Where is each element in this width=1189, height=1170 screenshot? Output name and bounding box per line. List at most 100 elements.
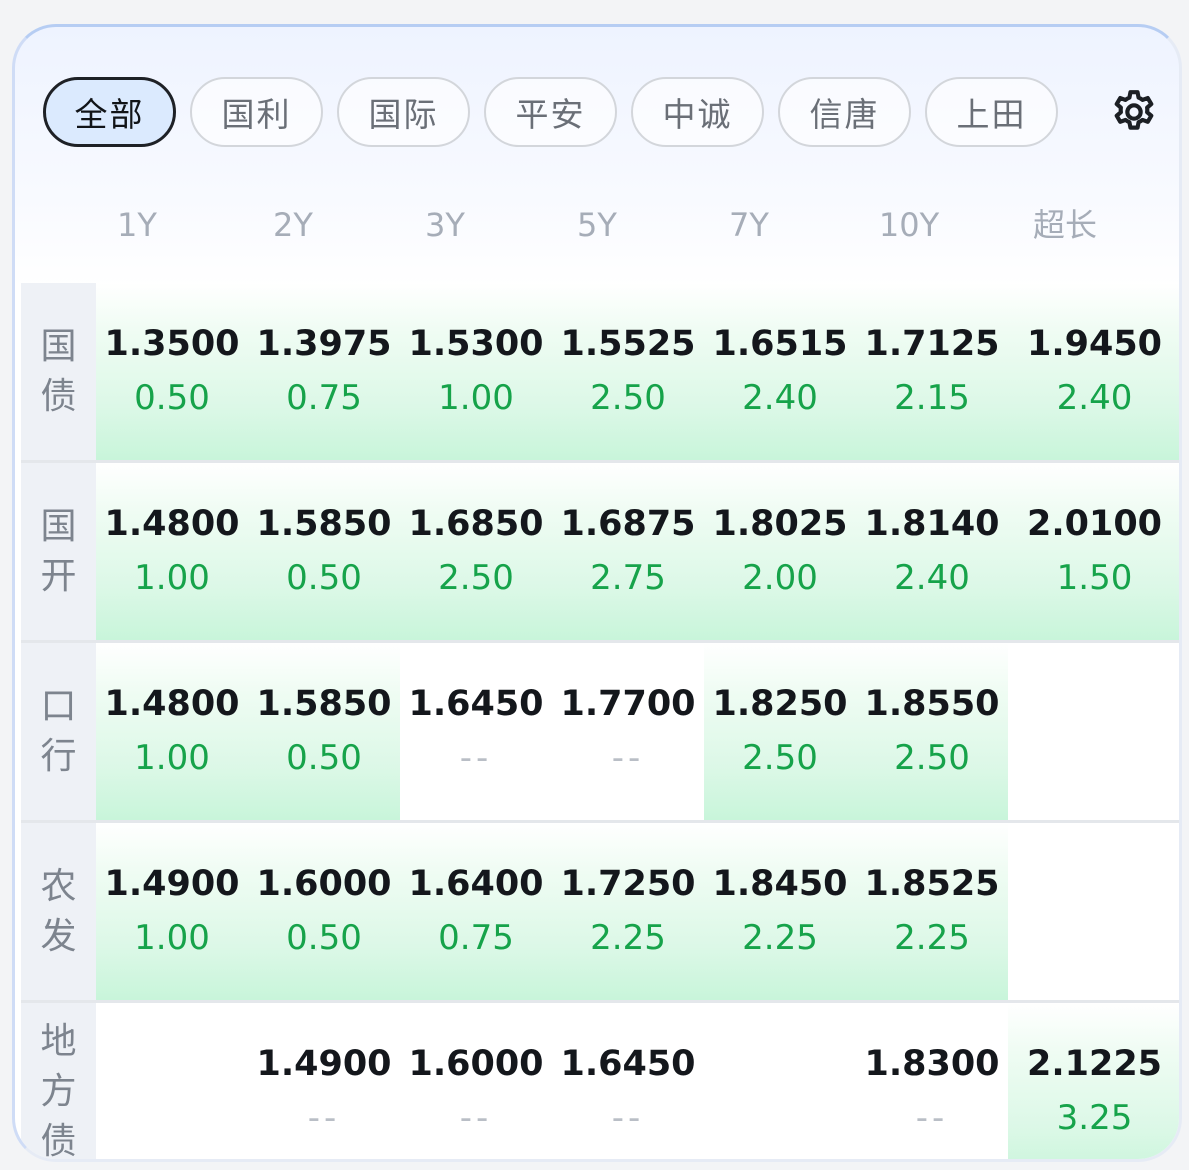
- yield-cell[interactable]: 1.4800 1.00: [96, 463, 248, 640]
- filter-pill-1[interactable]: 国利: [190, 77, 323, 147]
- change-value: --: [459, 1098, 493, 1138]
- yield-cell[interactable]: 1.4900 1.00: [96, 823, 248, 1000]
- yield-cell[interactable]: 1.6515 2.40: [704, 283, 856, 460]
- yield-cell[interactable]: 1.6400 0.75: [400, 823, 552, 1000]
- yield-cell[interactable]: 2.1225 3.25: [1008, 1003, 1179, 1159]
- change-value: 2.75: [590, 558, 666, 598]
- yield-cell[interactable]: 1.7700 --: [552, 643, 704, 820]
- yield-value: 1.7125: [864, 324, 1000, 364]
- change-value: 1.00: [438, 378, 514, 418]
- yield-value: 1.5525: [560, 324, 696, 364]
- yield-table: 1Y 2Y 3Y 5Y 7Y 10Y 超长 国债 1.3500 0.50 1.3975 0.75 1.…: [21, 187, 1179, 1162]
- change-value: 2.50: [894, 738, 970, 778]
- tenor-header-4[interactable]: 7Y: [673, 187, 825, 283]
- change-value: 2.25: [590, 918, 666, 958]
- row-label: 国开: [21, 463, 96, 640]
- yield-value: 1.6450: [408, 684, 544, 724]
- yield-cell[interactable]: 1.6875 2.75: [552, 463, 704, 640]
- tenor-header-0[interactable]: 1Y: [61, 187, 213, 283]
- yield-value: 1.6850: [408, 504, 544, 544]
- filter-pill-6[interactable]: 上田: [925, 77, 1058, 147]
- yield-value: 1.4800: [104, 504, 240, 544]
- yield-cell[interactable]: 1.9450 2.40: [1008, 283, 1179, 460]
- change-value: 2.00: [742, 558, 818, 598]
- change-value: 2.50: [742, 738, 818, 778]
- yield-cell[interactable]: 1.7250 2.25: [552, 823, 704, 1000]
- table-row: 口行 1.4800 1.00 1.5850 0.50 1.6450 -- 1.7700 -- 1.…: [21, 643, 1179, 823]
- filter-pill-3[interactable]: 平安: [484, 77, 617, 147]
- yield-cell[interactable]: 1.8140 2.40: [856, 463, 1008, 640]
- yield-cell[interactable]: 1.5850 0.50: [248, 463, 400, 640]
- yield-cell[interactable]: 1.8025 2.00: [704, 463, 856, 640]
- yield-cell[interactable]: 1.8250 2.50: [704, 643, 856, 820]
- yield-cell[interactable]: 1.3500 0.50: [96, 283, 248, 460]
- yield-cell[interactable]: 1.8550 2.50: [856, 643, 1008, 820]
- table-row: 国开 1.4800 1.00 1.5850 0.50 1.6850 2.50 1.6875 2.…: [21, 463, 1179, 643]
- yield-cell[interactable]: 2.0100 1.50: [1008, 463, 1179, 640]
- filter-pill-4[interactable]: 中诚: [631, 77, 764, 147]
- change-value: 2.25: [894, 918, 970, 958]
- tenor-header-2[interactable]: 3Y: [369, 187, 521, 283]
- yield-cell[interactable]: 1.5300 1.00: [400, 283, 552, 460]
- change-value: 2.50: [590, 378, 666, 418]
- change-value: 1.00: [134, 558, 210, 598]
- change-value: --: [611, 1098, 645, 1138]
- tenor-header-1[interactable]: 2Y: [217, 187, 369, 283]
- change-value: 2.25: [742, 918, 818, 958]
- change-value: 1.00: [134, 918, 210, 958]
- yield-card: 全部 国利 国际 平安 中诚 信唐 上田 1Y 2Y 3Y 5Y 7Y 10Y 超长 国债 1.3500 0…: [12, 24, 1182, 1162]
- yield-value: 1.6515: [712, 324, 848, 364]
- yield-cell[interactable]: 1.4900 --: [248, 1003, 400, 1159]
- yield-cell[interactable]: 1.4800 1.00: [96, 643, 248, 820]
- row-label-text: 国债: [40, 325, 77, 417]
- row-label: 农发: [21, 823, 96, 1000]
- yield-cell[interactable]: 1.6850 2.50: [400, 463, 552, 640]
- change-value: 1.50: [1056, 558, 1133, 598]
- filter-pill-5[interactable]: 信唐: [778, 77, 911, 147]
- row-label-text: 农发: [40, 865, 77, 957]
- yield-cell[interactable]: 1.8300 --: [856, 1003, 1008, 1159]
- yield-cell[interactable]: 1.6450 --: [400, 643, 552, 820]
- yield-cell[interactable]: 1.5525 2.50: [552, 283, 704, 460]
- issuer-filter-bar: 全部 国利 国际 平安 中诚 信唐 上田: [43, 77, 1072, 147]
- yield-cell[interactable]: 1.3975 0.75: [248, 283, 400, 460]
- table-row: 国债 1.3500 0.50 1.3975 0.75 1.5300 1.00 1.5525 2.…: [21, 283, 1179, 463]
- tenor-header-row: 1Y 2Y 3Y 5Y 7Y 10Y 超长: [21, 187, 1179, 283]
- filter-pill-2[interactable]: 国际: [337, 77, 470, 147]
- change-value: 2.40: [742, 378, 818, 418]
- yield-value: 1.6000: [408, 1044, 544, 1084]
- yield-value: 1.8550: [864, 684, 1000, 724]
- yield-cell[interactable]: 1.6000 0.50: [248, 823, 400, 1000]
- change-value: --: [915, 1098, 949, 1138]
- yield-cell[interactable]: 1.8450 2.25: [704, 823, 856, 1000]
- tenor-header-3[interactable]: 5Y: [521, 187, 673, 283]
- row-label: 地方债: [21, 1003, 96, 1162]
- yield-value: 1.7700: [560, 684, 696, 724]
- row-label-text: 地方债: [40, 1020, 77, 1162]
- change-value: 0.75: [438, 918, 514, 958]
- change-value: 3.25: [1056, 1098, 1133, 1138]
- yield-value: 1.8025: [712, 504, 848, 544]
- yield-cell[interactable]: 1.6450 --: [552, 1003, 704, 1159]
- change-value: 2.50: [438, 558, 514, 598]
- yield-value: 1.5300: [408, 324, 544, 364]
- filter-pill-0[interactable]: 全部: [43, 77, 176, 147]
- change-value: 0.50: [134, 378, 210, 418]
- yield-value: 1.5850: [256, 684, 392, 724]
- change-value: --: [459, 738, 493, 778]
- yield-cell[interactable]: 1.5850 0.50: [248, 643, 400, 820]
- yield-value: 1.6400: [408, 864, 544, 904]
- yield-value: 1.6875: [560, 504, 696, 544]
- yield-value: 1.7250: [560, 864, 696, 904]
- yield-cell[interactable]: 1.8525 2.25: [856, 823, 1008, 1000]
- change-value: 2.40: [1056, 378, 1133, 418]
- yield-value: 2.0100: [1026, 504, 1163, 544]
- yield-value: 1.8300: [864, 1044, 1000, 1084]
- yield-cell[interactable]: 1.7125 2.15: [856, 283, 1008, 460]
- yield-value: 1.9450: [1026, 324, 1163, 364]
- table-row: 农发 1.4900 1.00 1.6000 0.50 1.6400 0.75 1.7250 2.…: [21, 823, 1179, 1003]
- tenor-header-6[interactable]: 超长: [989, 187, 1141, 283]
- gear-icon[interactable]: [1109, 87, 1159, 137]
- tenor-header-5[interactable]: 10Y: [833, 187, 985, 283]
- yield-cell[interactable]: 1.6000 --: [400, 1003, 552, 1159]
